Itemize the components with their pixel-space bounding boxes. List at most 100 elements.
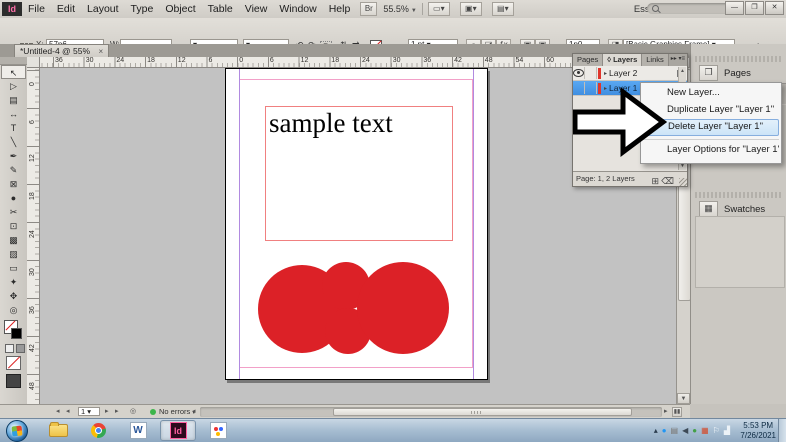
toolbar-fill-stroke[interactable] bbox=[1, 320, 26, 342]
taskbar-word-button[interactable]: W bbox=[120, 420, 156, 441]
show-desktop-button[interactable] bbox=[778, 419, 786, 442]
formatting-affects-buttons[interactable] bbox=[5, 344, 27, 353]
eyedropper-tool[interactable]: ✦ bbox=[1, 275, 26, 289]
column-guide-left[interactable] bbox=[239, 69, 240, 379]
preflight-menu-icon[interactable]: ◎ bbox=[130, 407, 136, 415]
last-page-icon[interactable]: ▸ bbox=[115, 407, 119, 415]
free-transform-tool[interactable]: ⊡ bbox=[1, 219, 26, 233]
screen-mode-dropdown[interactable]: ▣▾ bbox=[460, 2, 482, 16]
note-tool[interactable]: ▭ bbox=[1, 261, 26, 275]
horizontal-scrollbar[interactable] bbox=[200, 407, 662, 417]
disclosure-triangle-icon[interactable]: ▸ bbox=[604, 70, 607, 77]
panel-tab-buttons[interactable]: ▸▸ ▾≡ bbox=[669, 54, 687, 66]
tray-clipboard[interactable]: ▤ bbox=[671, 426, 679, 436]
text-frame[interactable]: sample text bbox=[265, 106, 453, 241]
next-page-icon[interactable]: ▸ bbox=[105, 407, 109, 415]
tray-colored-grid[interactable]: ▦ bbox=[701, 426, 709, 436]
delete-layer-icon[interactable]: ⌫ bbox=[661, 174, 674, 188]
power-zoom-icon[interactable]: ▮▮ bbox=[672, 407, 682, 417]
panel-tab[interactable]: ◊ Layers bbox=[603, 54, 642, 66]
toolbar-stroke-swatch[interactable] bbox=[11, 328, 22, 339]
Layer 2[interactable]: ▸ Layer 2 ✎ bbox=[573, 66, 687, 81]
taskbar-clock[interactable]: 5:53 PM 7/26/2021 bbox=[740, 421, 776, 441]
page-tool[interactable]: ▤ bbox=[1, 93, 26, 107]
text-frame-content[interactable]: sample text bbox=[266, 107, 452, 138]
minimize-button[interactable]: — bbox=[725, 1, 744, 15]
scroll-down-icon[interactable]: ▼ bbox=[677, 393, 690, 404]
rectangle-frame-tool[interactable]: ⊠ bbox=[1, 177, 26, 191]
formatting-text-icon[interactable] bbox=[16, 344, 25, 353]
scissors-tool[interactable]: ✂ bbox=[1, 205, 26, 219]
tray-app-green[interactable]: ● bbox=[692, 426, 697, 436]
menu-item[interactable]: File bbox=[22, 1, 51, 18]
search-input[interactable] bbox=[647, 3, 731, 14]
hand-tool[interactable]: ✥ bbox=[1, 289, 26, 303]
line-tool[interactable]: ╲ bbox=[1, 135, 26, 149]
menu-item[interactable]: Object bbox=[159, 1, 201, 18]
preflight-status[interactable]: No errors ▾ bbox=[150, 407, 195, 416]
dock-group-grip[interactable] bbox=[695, 192, 782, 198]
dock-item-pages[interactable]: ❐ Pages bbox=[691, 63, 786, 83]
restore-button[interactable]: ❐ bbox=[745, 1, 764, 15]
formatting-container-icon[interactable] bbox=[5, 344, 14, 353]
tools-panel-header[interactable] bbox=[0, 57, 27, 65]
taskbar-indesign-button[interactable]: Id bbox=[160, 420, 196, 441]
layer-name[interactable]: Layer 2 bbox=[609, 68, 677, 78]
zoom-level-dropdown[interactable]: 55.5%▼ bbox=[383, 4, 416, 14]
ellipse-tool[interactable]: ● bbox=[1, 191, 26, 205]
menu-item[interactable]: Edit bbox=[51, 1, 81, 18]
screen-mode-button[interactable] bbox=[6, 374, 21, 388]
tray-app-blue[interactable]: ● bbox=[662, 426, 667, 436]
gradient-swatch-tool[interactable]: ▩ bbox=[1, 233, 26, 247]
page-number-dropdown[interactable]: 1 ▾ bbox=[78, 407, 100, 416]
tab-close-icon[interactable]: × bbox=[98, 47, 103, 56]
menu-item[interactable]: Help bbox=[323, 1, 357, 18]
taskbar-paint-button[interactable] bbox=[200, 420, 236, 441]
panel-tab[interactable]: Links bbox=[642, 54, 669, 66]
view-options-dropdown[interactable]: ▭▾ bbox=[428, 2, 450, 16]
document-page[interactable]: sample text bbox=[225, 68, 488, 380]
arrange-documents-dropdown[interactable]: ▤▾ bbox=[492, 2, 514, 16]
tray-action-center-flag[interactable]: ⚐ bbox=[713, 426, 720, 436]
ruler-label: 42 bbox=[454, 57, 462, 64]
new-layer-icon[interactable]: ⊞ bbox=[651, 174, 659, 188]
pen-tool[interactable]: ✒ bbox=[1, 149, 26, 163]
previous-page-icon[interactable]: ◂ bbox=[66, 407, 70, 415]
menu-item[interactable]: Type bbox=[125, 1, 160, 18]
apply-none-button[interactable] bbox=[6, 356, 21, 370]
tray-network[interactable]: ▟ bbox=[724, 426, 730, 436]
scroll-right-icon[interactable]: ▸ bbox=[664, 407, 668, 415]
close-button[interactable]: ✕ bbox=[765, 1, 784, 15]
red-circle-right[interactable] bbox=[357, 262, 449, 354]
taskbar-chrome-button[interactable] bbox=[80, 420, 116, 441]
bridge-icon[interactable]: Br bbox=[360, 2, 377, 16]
panel-tab[interactable]: Pages bbox=[573, 54, 603, 66]
taskbar-explorer-button[interactable] bbox=[40, 420, 76, 441]
menu-item[interactable]: View bbox=[239, 1, 274, 18]
panel-resize-grip[interactable] bbox=[679, 178, 687, 186]
direct-selection-tool[interactable]: ▷ bbox=[1, 79, 26, 93]
pencil-tool[interactable]: ✎ bbox=[1, 163, 26, 177]
vertical-ruler[interactable]: 0612182430364248 bbox=[27, 68, 40, 404]
dock-group-grip[interactable] bbox=[695, 56, 782, 62]
menu-item[interactable]: Layout bbox=[81, 1, 125, 18]
start-button[interactable] bbox=[6, 420, 28, 442]
scroll-left-icon[interactable]: ◂ bbox=[192, 407, 196, 415]
menu-item[interactable]: Table bbox=[202, 1, 239, 18]
scroll-up-icon[interactable]: ▲ bbox=[680, 68, 685, 74]
first-page-icon[interactable]: ◂ bbox=[56, 407, 60, 415]
gap-tool[interactable]: ↔ bbox=[1, 107, 26, 121]
menu-item[interactable]: Window bbox=[273, 1, 322, 18]
lock-toggle[interactable] bbox=[585, 67, 597, 79]
horizontal-scroll-thumb[interactable] bbox=[333, 408, 632, 416]
column-guide-right[interactable] bbox=[473, 69, 474, 379]
visibility-toggle[interactable] bbox=[573, 67, 585, 79]
hidden-icons-arrow[interactable]: ▴ bbox=[654, 426, 658, 436]
gradient-feather-tool[interactable]: ▨ bbox=[1, 247, 26, 261]
selection-tool[interactable]: ↖ bbox=[1, 65, 26, 79]
document-tab[interactable]: *Untitled-4 @ 55% × bbox=[14, 44, 109, 58]
ruler-origin-corner[interactable] bbox=[27, 57, 40, 68]
tray-volume[interactable]: ◀ bbox=[682, 426, 688, 436]
type-tool[interactable]: T bbox=[1, 121, 26, 135]
zoom-tool[interactable]: ◎ bbox=[1, 303, 26, 317]
